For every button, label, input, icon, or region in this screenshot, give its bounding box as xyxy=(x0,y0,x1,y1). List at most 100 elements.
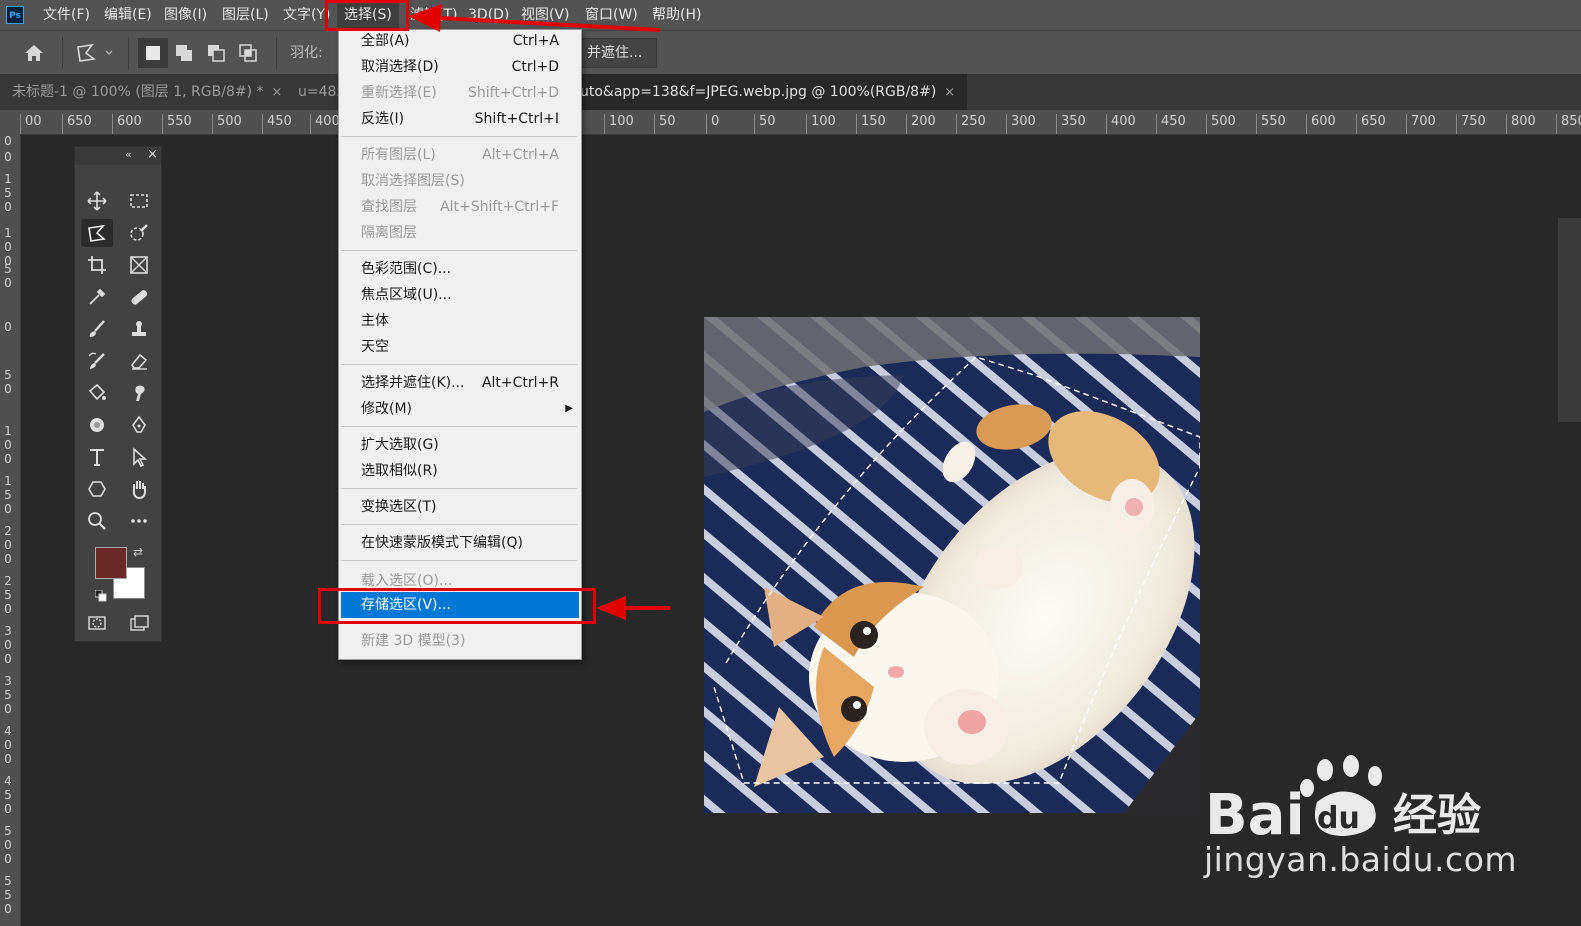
menu-item-shortcut: Alt+Shift+Ctrl+F xyxy=(440,199,559,215)
feather-label: 羽化: xyxy=(290,45,323,61)
close-icon[interactable]: × xyxy=(944,85,955,100)
menu-item-17[interactable]: 在快速蒙版模式下编辑(Q) xyxy=(339,530,581,556)
tab-untitled[interactable]: 未标题-1 @ 100% (图层 1, RGB/8#) * × xyxy=(0,74,294,110)
ruler-tick-label: 0 xyxy=(4,134,12,148)
clone-stamp-tool-icon[interactable] xyxy=(123,315,155,343)
frame-tool-icon[interactable] xyxy=(123,251,155,279)
screen-mode-icon[interactable] xyxy=(123,609,155,637)
paint-bucket-tool-icon[interactable] xyxy=(81,379,113,407)
menu-item-14[interactable]: 扩大选取(G) xyxy=(339,432,581,458)
menu-item-15[interactable]: 选取相似(R) xyxy=(339,458,581,484)
more-tools-icon[interactable] xyxy=(123,507,155,535)
ruler-tick-label: 100 xyxy=(806,114,836,134)
ruler-tick-label: 2 5 0 xyxy=(4,574,12,616)
menu-item-label: 变换选区(T) xyxy=(361,499,437,515)
menu-item-1[interactable]: 取消选择(D) Ctrl+D xyxy=(339,54,581,80)
smudge-tool-icon[interactable] xyxy=(123,379,155,407)
menu-item-12[interactable]: 选择并遮住(K)... Alt+Ctrl+R xyxy=(339,370,581,396)
tab-cat-image[interactable]: uto&app=138&f=JPEG.webp.jpg @ 100%(RGB/8… xyxy=(568,74,968,110)
menu-separator xyxy=(341,488,577,489)
menu-item-label: 所有图层(L) xyxy=(361,147,436,163)
menu-file[interactable]: 文件(F) xyxy=(36,0,97,30)
swap-colors-icon[interactable]: ⇄ xyxy=(133,545,143,559)
options-bar: 羽化: 并遮住... xyxy=(0,30,1581,75)
menu-item-9[interactable]: 焦点区域(U)... xyxy=(339,282,581,308)
menu-item-4: 所有图层(L) Alt+Ctrl+A xyxy=(339,142,581,168)
tools-panel: « × ⇄ xyxy=(74,146,162,642)
canvas-image[interactable] xyxy=(704,317,1200,813)
menu-item-label: 在快速蒙版模式下编辑(Q) xyxy=(361,535,523,551)
home-icon[interactable] xyxy=(20,39,48,67)
move-tool-icon[interactable] xyxy=(81,187,113,215)
hand-tool-icon[interactable] xyxy=(123,475,155,503)
quick-mask-icon[interactable] xyxy=(81,609,113,637)
quick-selection-tool-icon[interactable] xyxy=(123,219,155,247)
type-tool-icon[interactable] xyxy=(81,443,113,471)
history-brush-tool-icon[interactable] xyxy=(81,347,113,375)
ruler-tick-label: 5 5 0 xyxy=(4,874,12,916)
menu-item-13[interactable]: 修改(M) ▶ xyxy=(339,396,581,422)
menu-separator xyxy=(341,524,577,525)
photoshop-logo-icon: Ps xyxy=(6,6,24,24)
default-colors-icon[interactable] xyxy=(94,587,107,602)
healing-brush-tool-icon[interactable] xyxy=(123,283,155,311)
close-icon[interactable]: × xyxy=(147,147,158,162)
side-panel-edge[interactable] xyxy=(1558,218,1581,422)
svg-text:du: du xyxy=(1317,801,1360,836)
divider xyxy=(276,37,277,69)
brush-tool-icon[interactable] xyxy=(81,315,113,343)
eraser-tool-icon[interactable] xyxy=(123,347,155,375)
menu-edit[interactable]: 编辑(E) xyxy=(97,0,159,30)
ruler-tick-label: 100 xyxy=(604,114,634,134)
eyedropper-tool-icon[interactable] xyxy=(81,283,113,311)
tools-panel-header[interactable]: « × xyxy=(75,147,161,165)
ruler-tick-label: 300 xyxy=(1006,114,1036,134)
menu-item-3[interactable]: 反选(I) Shift+Ctrl+I xyxy=(339,106,581,132)
menu-item-label: 选取相似(R) xyxy=(361,463,438,479)
pen-tool-icon[interactable] xyxy=(123,411,155,439)
menu-image[interactable]: 图像(I) xyxy=(157,0,214,30)
lasso-tool-icon[interactable] xyxy=(81,219,113,247)
baidu-jingyan-logo: Bai du 经验 xyxy=(1205,752,1485,848)
polygonal-lasso-preset-icon[interactable] xyxy=(74,39,113,67)
menu-item-label: 修改(M) xyxy=(361,401,413,417)
annotation-arrow-top xyxy=(408,4,661,32)
menu-item-16[interactable]: 变换选区(T) xyxy=(339,494,581,520)
close-icon[interactable]: × xyxy=(272,85,283,100)
new-selection-icon[interactable] xyxy=(138,38,168,68)
marquee-tool-icon[interactable] xyxy=(123,187,155,215)
menu-item-shortcut: Alt+Ctrl+A xyxy=(482,147,559,163)
menu-item-10[interactable]: 主体 xyxy=(339,308,581,334)
divider xyxy=(128,37,129,69)
zoom-tool-icon[interactable] xyxy=(81,507,113,535)
menu-layer[interactable]: 图层(L) xyxy=(215,0,276,30)
intersect-selection-icon[interactable] xyxy=(234,39,262,67)
collapse-icon[interactable]: « xyxy=(125,148,132,161)
foreground-color-swatch[interactable] xyxy=(95,547,127,579)
crop-tool-icon[interactable] xyxy=(81,251,113,279)
ruler-tick-label: 1 0 0 xyxy=(4,424,12,466)
ruler-tick-label: 3 0 0 xyxy=(4,624,12,666)
ruler-tick-label: 0 xyxy=(706,114,719,134)
menu-separator xyxy=(341,136,577,137)
select-and-mask-button[interactable]: 并遮住... xyxy=(572,38,658,68)
menu-item-20: 新建 3D 模型(3) xyxy=(339,628,581,654)
menu-item-8[interactable]: 色彩范围(C)... xyxy=(339,256,581,282)
cat-photo xyxy=(704,317,1200,813)
menu-item-label: 反选(I) xyxy=(361,111,405,127)
ruler-tick-label: 550 xyxy=(1256,114,1286,134)
shape-tool-icon[interactable] xyxy=(81,475,113,503)
dodge-tool-icon[interactable] xyxy=(81,411,113,439)
tab-label: 未标题-1 @ 100% (图层 1, RGB/8#) * xyxy=(12,84,264,100)
menu-item-11[interactable]: 天空 xyxy=(339,334,581,360)
subtract-from-selection-icon[interactable] xyxy=(202,39,230,67)
ruler-tick-label: 0 xyxy=(4,150,12,164)
path-selection-tool-icon[interactable] xyxy=(123,443,155,471)
ruler-tick-label: 3 5 0 xyxy=(4,674,12,716)
vertical-ruler: 001 5 01 0 05 005 01 0 01 5 02 0 02 5 03… xyxy=(0,134,21,926)
annotation-box-save-selection xyxy=(318,588,596,624)
menu-item-shortcut: Shift+Ctrl+I xyxy=(474,111,559,127)
select-menu-dropdown: 全部(A) Ctrl+A 取消选择(D) Ctrl+D 重新选择(E) Shift+Ctr… xyxy=(338,29,582,660)
add-to-selection-icon[interactable] xyxy=(170,39,198,67)
ruler-tick-label: 450 xyxy=(1156,114,1186,134)
